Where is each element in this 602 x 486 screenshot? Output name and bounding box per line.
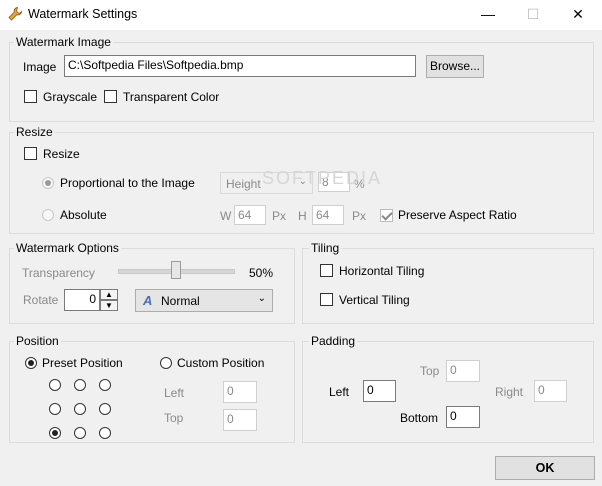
position-top-label: Top [164, 411, 184, 425]
horizontal-tiling-checkbox[interactable] [320, 264, 333, 277]
vertical-tiling-checkbox[interactable] [320, 293, 333, 306]
resize-label: Resize [43, 147, 80, 161]
horizontal-tiling-label: Horizontal Tiling [339, 264, 425, 278]
proportional-radio[interactable] [42, 177, 54, 189]
watermark-image-group [9, 42, 594, 122]
absolute-radio[interactable] [42, 209, 54, 221]
softpedia-watermark: SOFTPEDIA [262, 168, 383, 188]
font-a-icon: A [143, 293, 153, 308]
preset-position-label: Preset Position [42, 356, 123, 370]
custom-position-radio[interactable] [160, 357, 172, 369]
padding-top-label: Top [420, 364, 440, 378]
caret-up-icon: ▲ [105, 290, 113, 299]
close-button[interactable]: ✕ [555, 0, 601, 30]
rotate-input[interactable]: 0 [64, 289, 100, 311]
blend-mode-value: Normal [161, 294, 200, 308]
tiling-legend: Tiling [309, 241, 342, 255]
preset-middle-left-radio[interactable] [49, 403, 61, 415]
width-label: W [220, 209, 232, 223]
padding-right-input[interactable]: 0 [534, 380, 567, 402]
width-unit: Px [272, 209, 287, 223]
vertical-tiling-label: Vertical Tiling [339, 293, 410, 307]
position-legend: Position [14, 334, 61, 348]
proportional-label: Proportional to the Image [60, 176, 195, 190]
padding-left-input[interactable]: 0 [363, 380, 396, 402]
transparent-color-checkbox[interactable] [104, 90, 117, 103]
padding-top-input[interactable]: 0 [446, 360, 480, 382]
browse-button[interactable]: Browse... [426, 55, 484, 78]
preset-bottom-right-radio[interactable] [99, 427, 111, 439]
dimension-select-value: Height [226, 177, 261, 191]
tiling-group [302, 248, 594, 324]
custom-position-label: Custom Position [177, 356, 265, 370]
transparency-label: Transparency [22, 266, 95, 280]
rotate-up-button[interactable]: ▲ [100, 289, 118, 300]
caret-down-icon: ▼ [105, 301, 113, 310]
height-label: H [298, 209, 307, 223]
preset-top-left-radio[interactable] [49, 379, 61, 391]
preserve-aspect-label: Preserve Aspect Ratio [398, 208, 517, 222]
rotate-down-button[interactable]: ▼ [100, 300, 118, 311]
preserve-aspect-checkbox[interactable] [380, 209, 393, 222]
padding-right-label: Right [495, 385, 524, 399]
resize-legend: Resize [14, 125, 55, 139]
wrench-icon [7, 6, 23, 22]
height-input[interactable]: 64 [312, 205, 344, 225]
watermark-options-group [9, 248, 295, 324]
rotate-label: Rotate [23, 293, 59, 307]
watermark-options-legend: Watermark Options [14, 241, 121, 255]
preset-bottom-left-radio[interactable] [49, 427, 61, 439]
preset-bottom-center-radio[interactable] [74, 427, 86, 439]
padding-bottom-input[interactable]: 0 [446, 406, 480, 428]
grayscale-label: Grayscale [43, 90, 98, 104]
blend-mode-select[interactable]: A Normal ⌄ [135, 289, 273, 312]
position-top-input[interactable]: 0 [223, 409, 257, 431]
chevron-down-icon: ⌄ [257, 293, 266, 304]
transparency-slider-thumb[interactable] [170, 261, 181, 279]
minimize-button[interactable]: — [465, 0, 511, 30]
padding-legend: Padding [309, 334, 358, 348]
padding-bottom-label: Bottom [400, 411, 439, 425]
width-input[interactable]: 64 [234, 205, 266, 225]
image-path-input[interactable]: C:\Softpedia Files\Softpedia.bmp [64, 55, 416, 77]
transparent-color-label: Transparent Color [123, 90, 220, 104]
window-title: Watermark Settings [28, 7, 138, 21]
height-unit: Px [352, 209, 367, 223]
preset-middle-center-radio[interactable] [74, 403, 86, 415]
grayscale-checkbox[interactable] [24, 90, 37, 103]
preset-top-center-radio[interactable] [74, 379, 86, 391]
maximize-button: ☐ [526, 6, 540, 22]
resize-checkbox[interactable] [24, 147, 37, 160]
preset-position-radio[interactable] [25, 357, 37, 369]
ok-button[interactable]: OK [495, 456, 595, 480]
position-left-label: Left [164, 386, 185, 400]
position-left-input[interactable]: 0 [223, 381, 257, 403]
preset-top-right-radio[interactable] [99, 379, 111, 391]
absolute-label: Absolute [60, 208, 107, 222]
image-label: Image [23, 60, 57, 74]
transparency-value: 50% [249, 266, 274, 280]
padding-left-label: Left [329, 385, 350, 399]
watermark-image-legend: Watermark Image [14, 35, 113, 49]
preset-middle-right-radio[interactable] [99, 403, 111, 415]
